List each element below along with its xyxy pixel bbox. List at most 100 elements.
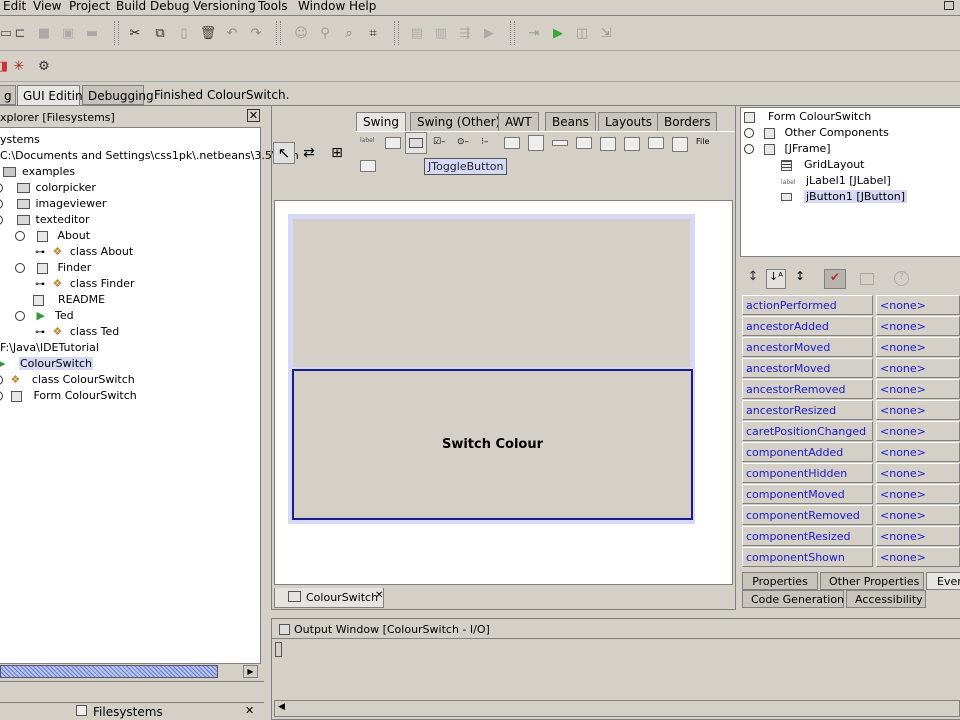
jfilechooser-palette-icon[interactable]: File — [696, 137, 712, 149]
scroll-left-icon[interactable]: ◀ — [278, 702, 285, 712]
property-value[interactable]: <none> — [876, 400, 960, 420]
save-icon[interactable]: ■ — [34, 23, 54, 43]
explorer-hscrollbar[interactable]: ▶ — [0, 664, 261, 680]
menu-versioning[interactable]: Versioning — [193, 0, 256, 13]
property-row[interactable]: componentShown <none> — [742, 547, 960, 567]
close-icon[interactable]: ✕ — [247, 109, 260, 122]
tree-item-class-about[interactable]: ⊶ ❖ class About — [35, 244, 133, 260]
property-value[interactable]: <none> — [876, 421, 960, 441]
sort-by-type-icon[interactable]: ↕ — [790, 269, 810, 289]
settings-icon[interactable]: ⚙ — [34, 56, 54, 76]
scroll-right-icon[interactable]: ▶ — [243, 665, 258, 678]
jradiobutton-palette-icon[interactable]: ⊙– — [457, 137, 473, 149]
jtextfield-palette-icon[interactable] — [552, 140, 568, 146]
collapse-handle-icon[interactable] — [0, 215, 3, 225]
property-row[interactable]: componentResized <none> — [742, 526, 960, 546]
print-icon[interactable]: ▬ — [82, 23, 102, 43]
expand-handle-icon[interactable] — [0, 183, 3, 193]
toolbar-grip[interactable] — [394, 21, 399, 45]
copy-icon[interactable]: ⧉ — [150, 23, 170, 43]
delete-icon[interactable]: 🗑 — [198, 23, 218, 43]
tab-filesystems[interactable]: Filesystems — [93, 705, 163, 719]
tree-item-examples[interactable]: examples — [3, 164, 75, 180]
expand-handle-icon[interactable] — [0, 375, 3, 385]
tree-item-about[interactable]: About — [15, 228, 90, 244]
inspector-item-jframe[interactable]: [JFrame] — [744, 141, 831, 157]
run-man-icon[interactable]: ⚲ — [315, 23, 335, 43]
tree-item-class-colourswitch[interactable]: ❖ class ColourSwitch — [0, 372, 135, 388]
test-form-icon[interactable]: ⊞ — [326, 142, 348, 164]
inspector-item-jlabel1[interactable]: label jLabel1 [JLabel] — [781, 173, 891, 189]
jlist-palette-icon[interactable] — [528, 135, 544, 151]
tree-item-ted[interactable]: ▶ Ted — [15, 308, 74, 324]
output-input-caret[interactable] — [275, 642, 282, 657]
redo-icon[interactable]: ↷ — [246, 23, 266, 43]
unsorted-icon[interactable]: ↕ — [743, 269, 763, 289]
inspector-item-other-components[interactable]: Other Components — [744, 125, 889, 141]
property-value[interactable]: <none> — [876, 526, 960, 546]
pause-icon[interactable]: ◫ — [572, 23, 592, 43]
tab-debugging[interactable]: Debugging — [82, 85, 154, 105]
jbutton-palette-icon[interactable] — [385, 137, 401, 149]
stop-icon[interactable]: ⇲ — [596, 23, 616, 43]
jlabel-palette-icon[interactable]: label — [360, 137, 376, 149]
menu-tools[interactable]: Tools — [258, 0, 288, 13]
jcheckbox-palette-icon[interactable]: ☑– — [433, 137, 449, 149]
property-row[interactable]: ancestorResized <none> — [742, 400, 960, 420]
face-icon[interactable]: ☺ — [291, 23, 311, 43]
property-value[interactable]: <none> — [876, 505, 960, 525]
tree-root[interactable]: ystems — [0, 132, 40, 148]
buttongroup-palette-icon[interactable]: ⁝– — [481, 137, 497, 149]
cut-icon[interactable]: ✂ — [125, 23, 145, 43]
property-value[interactable]: <none> — [876, 295, 960, 315]
tab-properties[interactable]: Properties — [742, 572, 818, 590]
property-value[interactable]: <none> — [876, 337, 960, 357]
tree-item-class-finder[interactable]: ⊶ ❖ class Finder — [35, 276, 135, 292]
collapse-handle-icon[interactable] — [15, 311, 25, 321]
tab-events[interactable]: Ever — [926, 572, 960, 590]
tree-item-colourswitch[interactable]: ▶ ColourSwitch — [0, 356, 94, 372]
tree-item-class-ted[interactable]: ⊶ ❖ class Ted — [35, 324, 119, 340]
debug-run-icon[interactable]: ▶ — [548, 23, 568, 43]
toolbar-grip[interactable] — [114, 21, 119, 45]
tree-tutorial-path[interactable]: F:\Java\IDETutorial — [0, 340, 99, 356]
tree-filesystem-path[interactable]: C:\Documents and Settings\css1pk\.netbea… — [0, 148, 299, 164]
tab-beans[interactable]: Beans — [545, 112, 596, 131]
jtabbedpane-palette-icon[interactable] — [624, 137, 640, 151]
collapse-handle-icon[interactable] — [15, 231, 25, 241]
tab-swing[interactable]: Swing — [356, 112, 406, 131]
expand-handle-icon[interactable] — [744, 128, 754, 138]
collapse-handle-icon[interactable] — [15, 263, 25, 273]
close-icon[interactable]: ✕ — [245, 704, 254, 717]
property-row[interactable]: componentRemoved <none> — [742, 505, 960, 525]
property-row[interactable]: ancestorMoved <none> — [742, 337, 960, 357]
jtogglebutton-palette-icon[interactable] — [405, 132, 427, 154]
property-value[interactable]: <none> — [876, 484, 960, 504]
jbutton1[interactable]: Switch Colour — [292, 369, 693, 520]
tab-layouts[interactable]: Layouts — [598, 112, 660, 131]
tab-accessibility[interactable]: Accessibility — [846, 590, 926, 608]
property-row[interactable]: ancestorRemoved <none> — [742, 379, 960, 399]
execute-icon[interactable]: ▶ — [479, 23, 499, 43]
menu-build[interactable]: Build — [116, 0, 146, 13]
tab-code-generation[interactable]: Code Generation — [742, 590, 844, 608]
customize-icon[interactable] — [860, 273, 874, 285]
find-icon[interactable]: ⌕ — [339, 23, 359, 43]
show-editable-only-icon[interactable]: ✔ — [824, 269, 846, 289]
property-row[interactable]: ancestorAdded <none> — [742, 316, 960, 336]
tree-item-form-colourswitch[interactable]: Form ColourSwitch — [0, 388, 137, 404]
tree-item-colorpicker[interactable]: colorpicker — [0, 180, 96, 196]
step-icon[interactable]: ⇥ — [524, 23, 544, 43]
menu-debug[interactable]: Debug — [150, 0, 189, 13]
property-row[interactable]: actionPerformed <none> — [742, 295, 960, 315]
toolbar-grip[interactable] — [276, 21, 281, 45]
jtextarea-palette-icon[interactable] — [576, 137, 592, 149]
menu-project[interactable]: Project — [69, 0, 110, 13]
property-row[interactable]: ancestorMoved <none> — [742, 358, 960, 378]
property-row[interactable]: componentAdded <none> — [742, 442, 960, 462]
tree-item-finder[interactable]: Finder — [15, 260, 91, 276]
replace-icon[interactable]: ⌗ — [363, 23, 383, 43]
expand-handle-icon[interactable] — [0, 199, 3, 209]
paste-icon[interactable]: ▯ — [174, 23, 194, 43]
sort-by-name-icon[interactable]: ↓ᴬ — [766, 269, 786, 289]
